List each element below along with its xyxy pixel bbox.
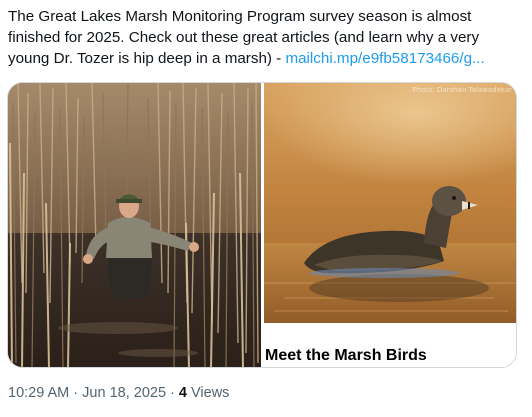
grebe-photo[interactable]: Photo: Darshan Talawadekar	[264, 83, 516, 323]
article-link[interactable]: mailchi.mp/e9fb58173466/g...	[285, 50, 484, 67]
tweet-meta: 10:29 AM · Jun 18, 2025 · 4 Views	[8, 385, 229, 401]
grebe-photo-illustration	[264, 83, 516, 323]
media-card[interactable]: Photo: Darshan Talawadekar Meet the Mars…	[7, 82, 517, 368]
meta-separator: ·	[69, 385, 83, 401]
views-count: 4	[178, 385, 187, 401]
caption-title: Meet the Marsh Birds	[265, 347, 427, 364]
meta-separator: ·	[166, 385, 179, 401]
timestamp-link[interactable]: 10:29 AM · Jun 18, 2025	[8, 385, 166, 401]
tweet-date: Jun 18, 2025	[82, 385, 167, 401]
tweet-time: 10:29 AM	[8, 385, 70, 401]
article-caption[interactable]: Meet the Marsh Birds	[264, 323, 516, 367]
marsh-photo[interactable]	[8, 83, 261, 367]
tweet-text: The Great Lakes Marsh Monitoring Program…	[8, 6, 524, 69]
marsh-photo-illustration	[8, 83, 261, 367]
photo-credit: Photo: Darshan Talawadekar	[412, 86, 512, 94]
views-label: Views	[186, 385, 230, 401]
